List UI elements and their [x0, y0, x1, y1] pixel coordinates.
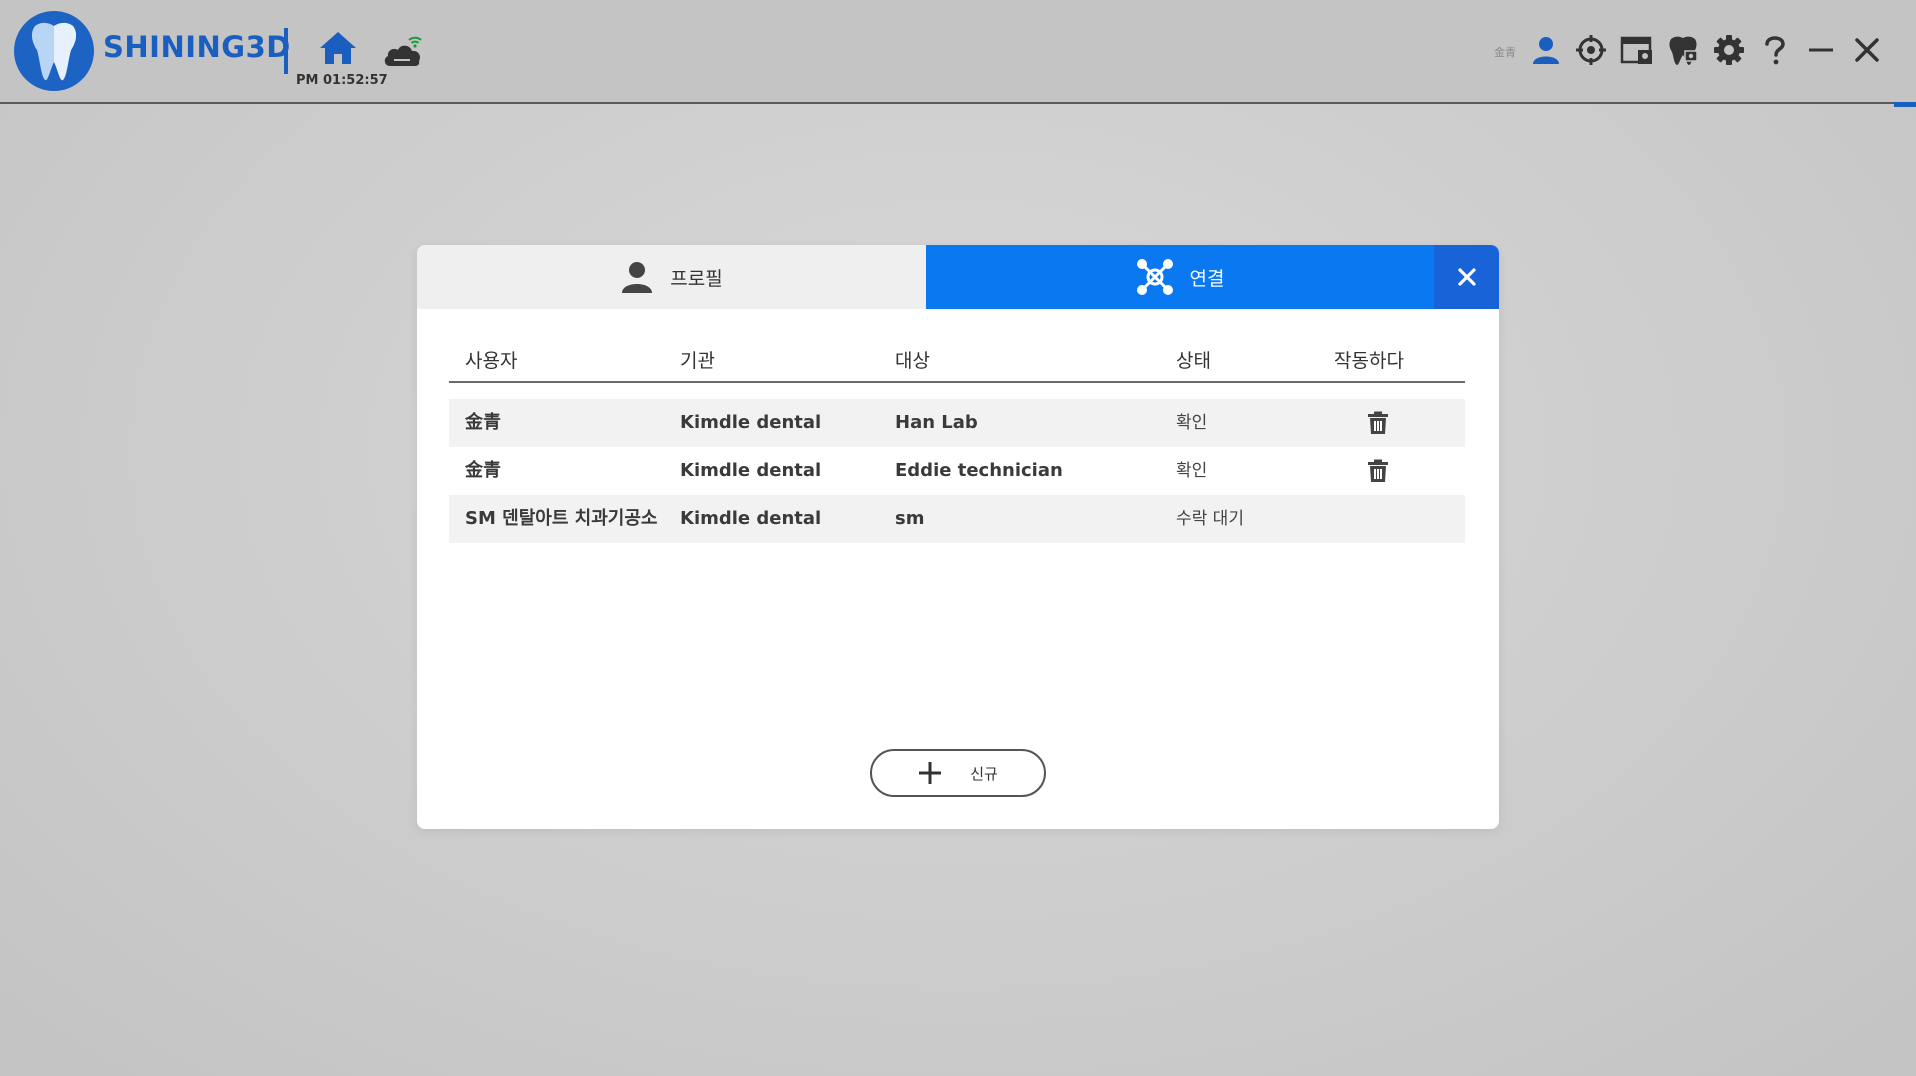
- dialog-close-button[interactable]: [1434, 245, 1499, 309]
- browser-button[interactable]: [1619, 32, 1655, 68]
- cell-user: 金青: [465, 460, 501, 481]
- column-header-user: 사용자: [465, 350, 518, 372]
- user-icon: [622, 262, 653, 293]
- tab-connection-label: 연결: [1189, 267, 1225, 290]
- clock-time: PM 01:52:57: [296, 73, 388, 88]
- home-icon: [320, 32, 356, 64]
- delete-button[interactable]: [1366, 459, 1390, 483]
- column-header-status: 상태: [1176, 350, 1211, 372]
- cell-user: 金青: [465, 412, 501, 433]
- browser-window-icon: [1620, 36, 1652, 64]
- cell-organization: Kimdle dental: [680, 460, 822, 481]
- close-icon: [1855, 38, 1879, 62]
- settings-button[interactable]: [1711, 32, 1747, 68]
- brand-divider: [284, 28, 288, 74]
- close-app-button[interactable]: [1849, 32, 1885, 68]
- tooth-library-button[interactable]: [1665, 32, 1701, 68]
- logo: [14, 11, 94, 91]
- plus-icon: [919, 762, 942, 784]
- close-icon: [1457, 268, 1476, 286]
- network-nodes-icon: [1136, 259, 1173, 295]
- tab-connection[interactable]: 연결: [926, 245, 1434, 309]
- table-header: 사용자 기관 대상 상태 작동하다: [449, 341, 1465, 383]
- topbar-accent: [1894, 102, 1916, 107]
- brand-name: SHINING3D: [103, 30, 291, 64]
- new-connection-button[interactable]: 신규: [870, 749, 1046, 797]
- cell-target: Han Lab: [895, 412, 978, 433]
- question-icon: [1765, 36, 1785, 65]
- tooth-icon: [1669, 36, 1698, 65]
- trash-icon: [1368, 411, 1388, 434]
- minimize-button[interactable]: [1803, 32, 1839, 68]
- cell-status: 확인: [1176, 461, 1208, 481]
- cell-organization: Kimdle dental: [680, 508, 822, 529]
- user-icon: [1533, 37, 1559, 64]
- minimize-icon: [1809, 48, 1833, 52]
- cloud-wifi-icon: [384, 36, 422, 66]
- tab-profile[interactable]: 프로필: [417, 245, 926, 309]
- cell-status: 확인: [1176, 413, 1208, 433]
- tooth-logo-icon: [31, 22, 77, 81]
- table-row[interactable]: SM 덴탈아트 치과기공소 Kimdle dental sm 수락 대기: [449, 495, 1465, 543]
- cell-organization: Kimdle dental: [680, 412, 822, 433]
- cloud-button[interactable]: [382, 32, 424, 70]
- column-header-organization: 기관: [680, 350, 715, 372]
- crosshair-icon: [1576, 35, 1606, 65]
- help-button[interactable]: [1757, 32, 1793, 68]
- new-button-label: 신규: [970, 764, 998, 783]
- cell-user: SM 덴탈아트 치과기공소: [465, 508, 658, 529]
- calibration-button[interactable]: [1573, 32, 1609, 68]
- user-button[interactable]: [1528, 32, 1564, 68]
- delete-button[interactable]: [1366, 411, 1390, 435]
- column-header-target: 대상: [895, 350, 930, 372]
- gear-icon: [1714, 35, 1744, 65]
- table-row[interactable]: 金青 Kimdle dental Eddie technician 확인: [449, 447, 1465, 495]
- tab-profile-label: 프로필: [670, 267, 723, 290]
- home-button[interactable]: [318, 30, 358, 66]
- trash-icon: [1368, 459, 1388, 482]
- column-header-action: 작동하다: [1334, 350, 1404, 372]
- account-dialog: 프로필 연결 사용자 기관 대상 상태 작동하다 金青 Kimdle denta…: [417, 245, 1499, 829]
- cell-status: 수락 대기: [1176, 509, 1244, 529]
- user-name: 金青: [1494, 46, 1516, 59]
- cell-target: Eddie technician: [895, 460, 1063, 481]
- top-bar: SHINING3D PM 01:52:57 金青: [0, 0, 1916, 104]
- dialog-tabs: 프로필 연결: [417, 245, 1499, 309]
- cell-target: sm: [895, 508, 925, 529]
- table-row[interactable]: 金青 Kimdle dental Han Lab 확인: [449, 399, 1465, 447]
